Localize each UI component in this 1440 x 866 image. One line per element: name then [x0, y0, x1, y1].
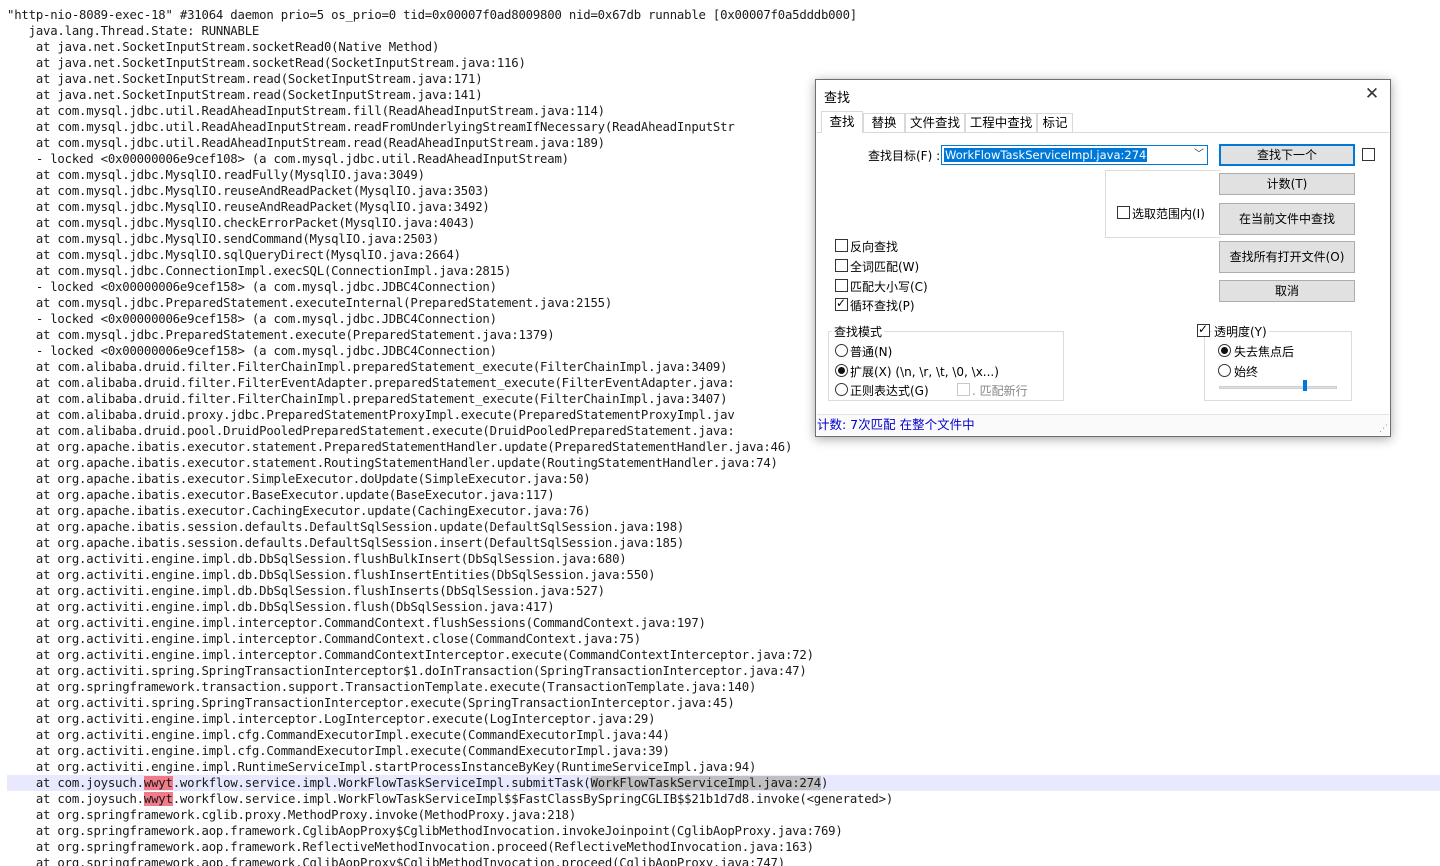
- code-line: at java.net.SocketInputStream.socketRead…: [7, 56, 526, 70]
- mode-regex-radio[interactable]: [835, 383, 848, 396]
- whole-word-label: 全词匹配(W): [850, 260, 920, 274]
- code-text: ): [821, 776, 829, 790]
- code-line: at org.springframework.aop.framework.Ref…: [7, 840, 814, 854]
- find-next-button[interactable]: 查找下一个: [1219, 144, 1355, 166]
- in-selection-checkbox[interactable]: [1117, 206, 1130, 219]
- code-line: at org.activiti.spring.SpringTransaction…: [7, 664, 807, 678]
- code-line: at org.activiti.engine.impl.db.DbSqlSess…: [7, 600, 555, 614]
- transparency-slider[interactable]: [1219, 386, 1337, 389]
- code-line: java.lang.Thread.State: RUNNABLE: [7, 24, 260, 38]
- code-line: at org.activiti.engine.impl.db.DbSqlSess…: [7, 552, 627, 566]
- transparency-always-label: 始终: [1234, 365, 1259, 379]
- dialog-title: 查找: [824, 91, 851, 106]
- wrap-around-checkbox[interactable]: [835, 296, 848, 311]
- code-line: at org.activiti.engine.impl.interceptor.…: [7, 648, 814, 662]
- resize-grip-icon[interactable]: ⋰: [1379, 425, 1388, 434]
- code-line: at org.apache.ibatis.executor.statement.…: [7, 440, 793, 454]
- dot-newline-label: . 匹配新行: [972, 384, 1028, 398]
- code-line: at org.activiti.engine.impl.db.DbSqlSess…: [7, 584, 605, 598]
- wrap-around-label: 循环查找(P): [850, 299, 915, 313]
- in-selection-group: [1105, 170, 1221, 238]
- find-target-combobox[interactable]: WorkFlowTaskServiceImpl.java:274 ﹀: [941, 145, 1208, 165]
- find-next-option-checkbox[interactable]: [1362, 148, 1375, 161]
- code-line: at org.springframework.aop.framework.Cgl…: [7, 824, 843, 838]
- mode-extended-radio[interactable]: [835, 364, 848, 377]
- code-line: at org.activiti.engine.impl.cfg.CommandE…: [7, 728, 670, 742]
- search-mode-title: 查找模式: [832, 323, 885, 340]
- code-line: at org.apache.ibatis.executor.BaseExecut…: [7, 488, 555, 502]
- code-text: at com.joysuch.: [7, 776, 144, 790]
- find-target-label: 查找目标(F) :: [868, 149, 941, 163]
- code-line: at org.activiti.engine.impl.cfg.CommandE…: [7, 744, 670, 758]
- tab-find-in-files[interactable]: 文件查找: [905, 113, 965, 133]
- code-text: .workflow.service.impl.WorkFlowTaskServi…: [172, 776, 591, 790]
- mode-normal-radio[interactable]: [835, 344, 848, 357]
- code-line: at org.activiti.engine.impl.db.DbSqlSess…: [7, 568, 656, 582]
- find-dialog: 查找 ✕ 查找 替换 文件查找 工程中查找 标记 查找目标(F) : WorkF…: [815, 79, 1391, 437]
- code-text: .workflow.service.impl.WorkFlowTaskServi…: [172, 792, 894, 806]
- close-icon[interactable]: ✕: [1362, 84, 1382, 104]
- code-line: at org.apache.ibatis.session.defaults.De…: [7, 536, 685, 550]
- tab-mark[interactable]: 标记: [1037, 113, 1073, 133]
- count-button[interactable]: 计数(T): [1219, 173, 1355, 195]
- code-line: at org.activiti.engine.impl.interceptor.…: [7, 712, 656, 726]
- backward-checkbox[interactable]: [835, 239, 848, 252]
- code-line: "http-nio-8089-exec-18" #31064 daemon pr…: [7, 8, 857, 22]
- find-in-current-file-button[interactable]: 在当前文件中查找: [1219, 203, 1355, 235]
- code-line: at org.apache.ibatis.session.defaults.De…: [7, 520, 685, 534]
- tab-find[interactable]: 查找: [821, 111, 863, 133]
- status-bar: 计数: 7次匹配 在整个文件中: [817, 414, 1389, 435]
- transparency-checkbox[interactable]: [1197, 322, 1210, 337]
- transparency-slider-handle[interactable]: [1303, 380, 1307, 391]
- find-target-value: WorkFlowTaskServiceImpl.java:274: [944, 148, 1148, 162]
- mode-extended-label: 扩展(X) (\n, \r, \t, \0, \x...): [850, 365, 999, 379]
- code-line: at org.springframework.cglib.proxy.Metho…: [7, 808, 577, 822]
- search-match-highlight: wwyt: [143, 792, 173, 806]
- tab-find-in-projects[interactable]: 工程中查找: [965, 113, 1037, 133]
- search-match-highlight: wwyt: [143, 776, 173, 790]
- match-case-label: 匹配大小写(C): [850, 280, 928, 294]
- selected-text: WorkFlowTaskServiceImpl.java:274: [590, 776, 822, 790]
- code-line: at org.apache.ibatis.executor.SimpleExec…: [7, 472, 591, 486]
- code-line: at org.apache.ibatis.executor.statement.…: [7, 456, 778, 470]
- transparency-on-lose-focus-radio[interactable]: [1218, 344, 1231, 357]
- in-selection-label: 选取范围内(I): [1132, 207, 1205, 221]
- code-line: at org.springframework.aop.framework.Cgl…: [7, 856, 785, 866]
- code-line: at org.springframework.transaction.suppo…: [7, 680, 757, 694]
- whole-word-checkbox[interactable]: [835, 259, 848, 272]
- mode-normal-label: 普通(N): [850, 345, 893, 359]
- chevron-down-icon[interactable]: ﹀: [1194, 147, 1204, 163]
- code-line: at java.net.SocketInputStream.socketRead…: [7, 40, 440, 54]
- code-line: at org.activiti.engine.impl.interceptor.…: [7, 632, 641, 646]
- code-line-current: at com.joysuch.wwyt.workflow.service.imp…: [7, 775, 1440, 791]
- find-all-open-files-button[interactable]: 查找所有打开文件(O): [1219, 241, 1355, 273]
- backward-label: 反向查找: [850, 240, 899, 254]
- code-line: at org.activiti.engine.impl.RuntimeServi…: [7, 760, 757, 774]
- tab-replace[interactable]: 替换: [863, 113, 905, 133]
- transparency-on-lose-focus-label: 失去焦点后: [1234, 345, 1295, 359]
- code-text: at com.joysuch.: [7, 792, 144, 806]
- code-line: at org.activiti.engine.impl.interceptor.…: [7, 616, 706, 630]
- code-line: at org.apache.ibatis.executor.CachingExe…: [7, 504, 591, 518]
- match-case-checkbox[interactable]: [835, 279, 848, 292]
- code-line: at org.activiti.spring.SpringTransaction…: [7, 696, 735, 710]
- mode-regex-label: 正则表达式(G): [850, 384, 929, 398]
- code-line: at com.joysuch.wwyt.workflow.service.imp…: [7, 791, 1440, 807]
- transparency-label: 透明度(Y): [1212, 323, 1269, 340]
- dot-newline-checkbox[interactable]: [957, 383, 970, 396]
- transparency-always-radio[interactable]: [1218, 364, 1231, 377]
- cancel-button[interactable]: 取消: [1219, 280, 1355, 302]
